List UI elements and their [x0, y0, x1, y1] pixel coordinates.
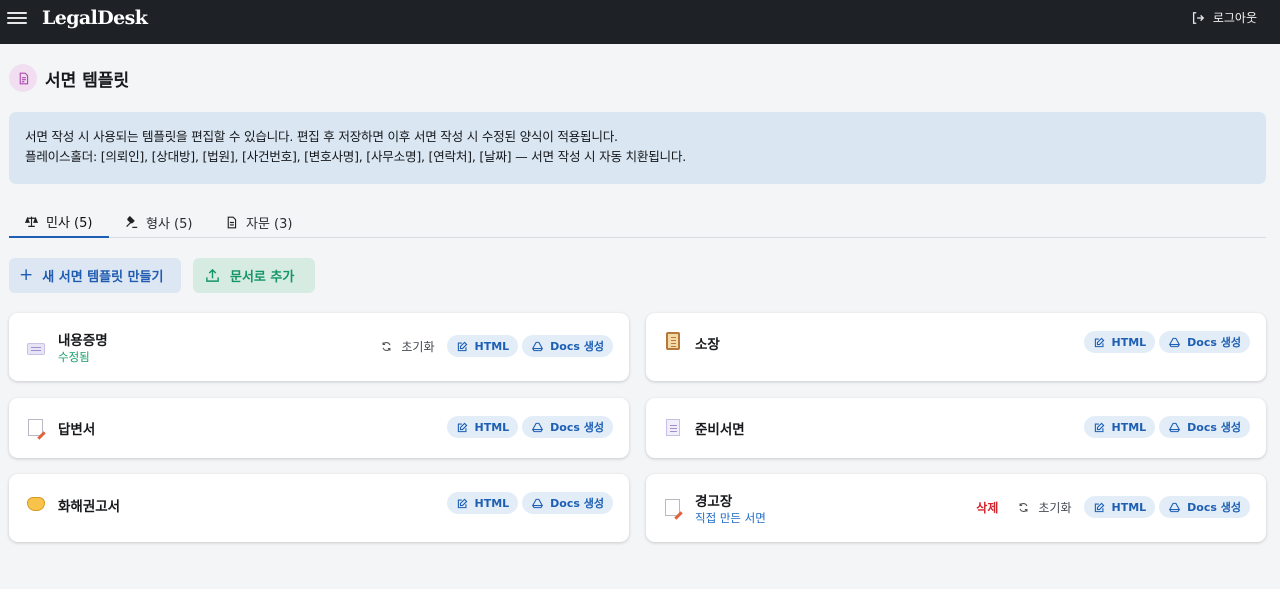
card-actions: 초기화 HTML Docs 생성 — [381, 335, 613, 357]
logout-icon — [1192, 11, 1205, 24]
card-actions: HTML Docs 생성 — [446, 416, 613, 438]
handshake-icon — [26, 494, 46, 514]
template-name[interactable]: 소장 — [695, 333, 720, 353]
tab-label: 형사 (5) — [146, 216, 193, 232]
edit-icon — [457, 422, 467, 432]
menu-icon[interactable] — [7, 9, 27, 27]
refresh-icon — [382, 341, 391, 351]
document-icon — [227, 216, 237, 228]
template-card[interactable]: 화해권고서 HTML Docs 생성 — [9, 474, 629, 542]
html-button[interactable]: HTML — [1083, 496, 1156, 518]
memo-icon — [26, 417, 46, 437]
html-label: HTML — [474, 420, 510, 434]
scale-icon — [25, 216, 38, 227]
drive-icon — [532, 341, 544, 351]
template-name[interactable]: 내용증명 — [58, 329, 108, 349]
docs-generate-button[interactable]: Docs 생성 — [1159, 416, 1250, 438]
drive-icon — [532, 498, 544, 508]
card-actions: HTML Docs 생성 — [1083, 331, 1250, 353]
html-label: HTML — [474, 339, 510, 353]
docs-generate-button[interactable]: Docs 생성 — [522, 335, 613, 357]
edit-icon — [1094, 422, 1104, 432]
tab-criminal[interactable]: 형사 (5) — [109, 206, 209, 238]
memo-icon — [663, 497, 683, 517]
add-from-document-label: 문서로 추가 — [230, 270, 295, 285]
upload-icon — [206, 268, 219, 282]
card-actions: HTML Docs 생성 — [1083, 416, 1250, 438]
docs-generate-button[interactable]: Docs 생성 — [1159, 496, 1250, 518]
html-button[interactable]: HTML — [1083, 331, 1156, 353]
template-card[interactable]: 준비서면 HTML Docs 생성 — [646, 398, 1266, 458]
card-actions: 삭제 초기화 HTML Docs 생성 — [976, 496, 1250, 518]
reset-button[interactable]: 초기화 — [381, 338, 435, 355]
edit-icon — [1094, 502, 1104, 512]
page-title: 서면 템플릿 — [45, 71, 130, 91]
clipboard-icon — [663, 331, 683, 351]
docs-generate-button[interactable]: Docs 생성 — [522, 416, 613, 438]
drive-icon — [532, 422, 544, 432]
notice-text: 서면 작성 시 사용되는 템플릿을 편집할 수 있습니다. 편집 후 저장하면 … — [25, 129, 618, 144]
docs-generate-button[interactable]: Docs 생성 — [522, 492, 613, 514]
custom-template-label: 직접 만든 서면 — [695, 511, 766, 525]
add-from-document-button[interactable]: 문서로 추가 — [193, 258, 315, 293]
template-name[interactable]: 화해권고서 — [58, 495, 120, 515]
html-button[interactable]: HTML — [446, 492, 519, 514]
template-name[interactable]: 준비서면 — [695, 418, 745, 438]
logout-button[interactable]: 로그아웃 — [1191, 9, 1257, 26]
docs-label: Docs 생성 — [1187, 336, 1241, 349]
reset-label: 초기화 — [401, 339, 435, 354]
tab-label: 민사 (5) — [46, 215, 93, 231]
card-actions: HTML Docs 생성 — [446, 492, 613, 514]
new-template-button[interactable]: + 새 서면 템플릿 만들기 — [9, 258, 181, 293]
tab-label: 자문 (3) — [246, 216, 293, 232]
category-tabs: 민사 (5) 형사 (5) 자문 (3) — [9, 206, 1266, 238]
drive-icon — [1169, 422, 1181, 432]
edit-icon — [457, 341, 467, 351]
top-bar: LegalDesk 로그아웃 — [0, 0, 1280, 44]
scroll-icon — [26, 339, 46, 359]
html-label: HTML — [1111, 420, 1147, 434]
docs-label: Docs 생성 — [1187, 421, 1241, 434]
delete-button[interactable]: 삭제 — [976, 499, 998, 516]
docs-label: Docs 생성 — [1187, 501, 1241, 514]
html-label: HTML — [1111, 335, 1147, 349]
edit-icon — [1094, 337, 1104, 347]
brand-logo[interactable]: LegalDesk — [42, 7, 148, 29]
refresh-icon — [1019, 502, 1028, 512]
info-notice: 서면 작성 시 사용되는 템플릿을 편집할 수 있습니다. 편집 후 저장하면 … — [9, 112, 1266, 184]
template-card[interactable]: 소장 HTML Docs 생성 — [646, 313, 1266, 381]
new-template-label: 새 서면 템플릿 만들기 — [42, 270, 164, 285]
logout-label: 로그아웃 — [1212, 11, 1257, 25]
html-label: HTML — [474, 496, 510, 510]
page-icon — [663, 417, 683, 437]
template-name[interactable]: 답변서 — [58, 418, 95, 438]
edit-icon — [457, 498, 467, 508]
tab-advisory[interactable]: 자문 (3) — [209, 206, 309, 238]
reset-button[interactable]: 초기화 — [1018, 499, 1072, 516]
document-icon — [9, 64, 37, 92]
docs-label: Docs 생성 — [550, 421, 604, 434]
placeholder-text: 플레이스홀더: [의뢰인], [상대방], [법원], [사건번호], [변호사… — [25, 149, 686, 164]
gavel-icon — [126, 215, 138, 228]
drive-icon — [1169, 502, 1181, 512]
docs-label: Docs 생성 — [550, 340, 604, 353]
modified-status: 수정됨 — [58, 350, 90, 364]
plus-icon: + — [19, 265, 34, 285]
template-card[interactable]: 답변서 HTML Docs 생성 — [9, 398, 629, 458]
docs-label: Docs 생성 — [550, 497, 604, 510]
tab-civil[interactable]: 민사 (5) — [9, 206, 109, 238]
html-button[interactable]: HTML — [446, 335, 519, 357]
html-button[interactable]: HTML — [446, 416, 519, 438]
html-label: HTML — [1111, 500, 1147, 514]
html-button[interactable]: HTML — [1083, 416, 1156, 438]
template-name[interactable]: 경고장 — [695, 490, 732, 510]
template-card[interactable]: 경고장 직접 만든 서면 삭제 초기화 HTML Docs 생성 — [646, 474, 1266, 542]
reset-label: 초기화 — [1038, 500, 1072, 515]
docs-generate-button[interactable]: Docs 생성 — [1159, 331, 1250, 353]
template-card[interactable]: 내용증명 수정됨 초기화 HTML Docs 생성 — [9, 313, 629, 381]
drive-icon — [1169, 337, 1181, 347]
